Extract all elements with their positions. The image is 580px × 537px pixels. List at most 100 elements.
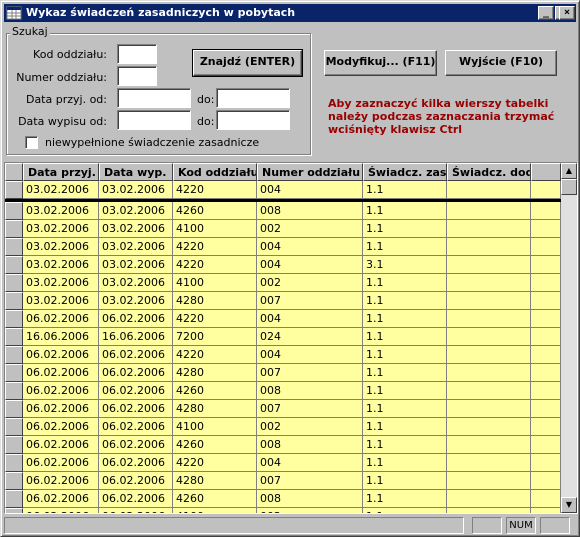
scroll-thumb[interactable] xyxy=(561,179,577,195)
table-cell[interactable]: 1.1 xyxy=(363,220,447,238)
row-header[interactable] xyxy=(5,454,23,472)
row-header[interactable] xyxy=(5,220,23,238)
table-cell[interactable]: 4260 xyxy=(173,202,257,220)
row-header[interactable] xyxy=(5,328,23,346)
table-cell[interactable]: 1.1 xyxy=(363,310,447,328)
table-cell[interactable] xyxy=(447,310,531,328)
scroll-down-icon[interactable]: ▼ xyxy=(561,497,577,513)
table-row[interactable]: 06.02.2006 06.02.2006 4220 004 1.1 xyxy=(5,454,561,472)
table-cell[interactable] xyxy=(447,346,531,364)
table-cell[interactable]: 1.1 xyxy=(363,328,447,346)
data-przyj-od-input[interactable] xyxy=(117,88,191,108)
table-cell[interactable]: 06.02.2006 xyxy=(99,400,173,418)
table-cell[interactable] xyxy=(447,382,531,400)
table-cell[interactable]: 06.02.2006 xyxy=(23,490,99,508)
table-cell[interactable]: 06.02.2006 xyxy=(23,454,99,472)
table-cell[interactable]: 03.02.2006 xyxy=(99,274,173,292)
vertical-scrollbar[interactable]: ▲ ▼ xyxy=(561,163,577,513)
table-cell[interactable]: 007 xyxy=(257,364,363,382)
table-cell[interactable]: 002 xyxy=(257,274,363,292)
row-header[interactable] xyxy=(5,508,23,513)
table-cell[interactable]: 06.02.2006 xyxy=(99,508,173,513)
table-row[interactable]: 06.02.2006 06.02.2006 4220 004 1.1 xyxy=(5,346,561,364)
find-button[interactable]: Znajdź (ENTER) xyxy=(192,49,303,77)
table-cell[interactable]: 002 xyxy=(257,418,363,436)
table-cell[interactable]: 007 xyxy=(257,400,363,418)
data-wypisu-do-input[interactable] xyxy=(216,110,290,130)
table-cell[interactable]: 03.02.2006 xyxy=(99,238,173,256)
table-cell[interactable]: 16.06.2006 xyxy=(23,328,99,346)
table-cell[interactable]: 1.1 xyxy=(363,436,447,454)
table-cell[interactable]: 008 xyxy=(257,202,363,220)
table-cell[interactable]: 1.1 xyxy=(363,490,447,508)
table-cell[interactable]: 002 xyxy=(257,508,363,513)
table-cell[interactable]: 007 xyxy=(257,472,363,490)
table-cell[interactable]: 1.1 xyxy=(363,508,447,513)
close-button[interactable]: × xyxy=(559,6,575,20)
table-cell[interactable]: 007 xyxy=(257,292,363,310)
table-cell[interactable]: 3.1 xyxy=(363,256,447,274)
table-cell[interactable]: 06.02.2006 xyxy=(99,436,173,454)
table-cell[interactable] xyxy=(447,274,531,292)
table-cell[interactable]: 1.1 xyxy=(363,238,447,256)
table-cell[interactable] xyxy=(447,256,531,274)
row-header[interactable] xyxy=(5,238,23,256)
scroll-up-icon[interactable]: ▲ xyxy=(561,163,577,179)
table-cell[interactable]: 4280 xyxy=(173,364,257,382)
table-row[interactable]: 06.02.200606.02.200641000021.1 xyxy=(5,418,561,436)
table-cell[interactable]: 004 xyxy=(257,454,363,472)
table-cell[interactable] xyxy=(447,490,531,508)
table-cell[interactable]: 004 xyxy=(257,256,363,274)
table-cell[interactable]: 06.02.2006 xyxy=(99,346,173,364)
minimize-button[interactable]: _ xyxy=(538,6,554,20)
exit-button[interactable]: Wyjście (F10) xyxy=(445,50,557,76)
table-row[interactable]: 06.02.2006 06.02.2006 4280 007 1.1 xyxy=(5,400,561,418)
table-row[interactable]: 06.02.200606.02.200641000021.1 xyxy=(5,508,561,513)
table-cell[interactable]: 1.1 xyxy=(363,418,447,436)
row-header[interactable] xyxy=(5,346,23,364)
table-cell[interactable]: 004 xyxy=(257,181,363,199)
table-cell[interactable]: 06.02.2006 xyxy=(99,310,173,328)
table-cell[interactable]: 06.02.2006 xyxy=(99,364,173,382)
row-header[interactable] xyxy=(5,418,23,436)
column-header[interactable]: Data przyj. xyxy=(23,163,99,181)
row-header[interactable] xyxy=(5,472,23,490)
table-cell[interactable]: 004 xyxy=(257,310,363,328)
table-cell[interactable]: 03.02.2006 xyxy=(99,256,173,274)
table-cell[interactable]: 4100 xyxy=(173,220,257,238)
table-row[interactable]: 03.02.2006 03.02.2006 4220 004 1.1 xyxy=(5,238,561,256)
table-cell[interactable] xyxy=(447,238,531,256)
table-cell[interactable]: 4280 xyxy=(173,292,257,310)
table-cell[interactable]: 03.02.2006 xyxy=(99,292,173,310)
table-cell[interactable]: 06.02.2006 xyxy=(23,310,99,328)
table-cell[interactable]: 008 xyxy=(257,490,363,508)
table-cell[interactable]: 06.02.2006 xyxy=(99,454,173,472)
table-cell[interactable] xyxy=(447,472,531,490)
column-header[interactable]: Świadcz. dod xyxy=(447,163,531,181)
table-cell[interactable]: 16.06.2006 xyxy=(99,328,173,346)
row-header[interactable] xyxy=(5,310,23,328)
table-cell[interactable] xyxy=(447,292,531,310)
table-row[interactable]: 06.02.2006 06.02.2006 4260 008 1.1 xyxy=(5,436,561,454)
table-cell[interactable]: 06.02.2006 xyxy=(23,346,99,364)
table-cell[interactable] xyxy=(447,220,531,238)
table-cell[interactable]: 008 xyxy=(257,436,363,454)
table-cell[interactable]: 4220 xyxy=(173,238,257,256)
table-cell[interactable]: 1.1 xyxy=(363,346,447,364)
row-header[interactable] xyxy=(5,490,23,508)
table-cell[interactable]: 03.02.2006 xyxy=(23,202,99,220)
table-cell[interactable]: 7200 xyxy=(173,328,257,346)
table-cell[interactable]: 06.02.2006 xyxy=(99,472,173,490)
table-cell[interactable] xyxy=(447,436,531,454)
table-cell[interactable] xyxy=(447,181,531,199)
table-cell[interactable]: 1.1 xyxy=(363,400,447,418)
column-header[interactable]: Kod oddziału xyxy=(173,163,257,181)
table-cell[interactable]: 004 xyxy=(257,238,363,256)
table-cell[interactable] xyxy=(447,328,531,346)
table-row[interactable]: 03.02.2006 03.02.2006 4220 004 1.1 xyxy=(5,181,561,199)
unfilled-service-checkbox[interactable] xyxy=(25,136,38,149)
table-row[interactable]: 16.06.2006 16.06.2006 7200 024 1.1 xyxy=(5,328,561,346)
table-row[interactable]: 06.02.2006 06.02.2006 4260 008 1.1 xyxy=(5,490,561,508)
table-row[interactable]: 06.02.2006 06.02.2006 4260 008 1.1 xyxy=(5,382,561,400)
results-table[interactable]: Data przyj. Data wyp. Kod oddziału Numer od… xyxy=(4,162,578,514)
